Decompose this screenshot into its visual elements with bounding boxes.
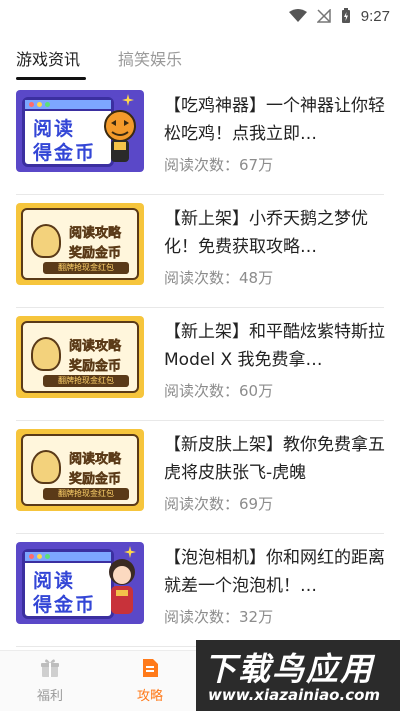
thumbnail-text-line2: 奖励金币: [69, 359, 122, 375]
cat-mascot-icon: [31, 450, 61, 484]
article-thumbnail: 阅读攻略 奖励金币 翻牌抢现金红包: [16, 316, 144, 398]
article-thumbnail: 阅读 得金币: [16, 90, 144, 172]
thumbnail-window-bar: [25, 100, 111, 111]
article-read-count: 阅读次数：69万: [164, 495, 274, 513]
article-thumbnail: 阅读攻略 奖励金币 翻牌抢现金红包: [16, 429, 144, 511]
star-icon: [122, 94, 134, 106]
pumpkin-mascot-icon: [104, 110, 136, 162]
article-read-count: 阅读次数：32万: [164, 608, 274, 626]
nav-item-welfare[interactable]: 福利: [20, 657, 80, 704]
nav-label: 攻略: [136, 689, 163, 704]
document-icon: [143, 659, 158, 677]
article-read-count: 阅读次数：60万: [164, 382, 274, 400]
tab-funny-entertainment[interactable]: 搞笑娱乐: [118, 46, 182, 70]
window-dot: [29, 102, 34, 107]
window-dot: [29, 554, 34, 559]
star-icon: [124, 546, 136, 558]
character-mascot-icon: [109, 559, 135, 614]
window-dot: [37, 102, 42, 107]
tab-bar: 游戏资讯 搞笑娱乐: [0, 36, 400, 82]
article-thumbnail: 阅读 得金币: [16, 542, 144, 624]
thumbnail-text-line1: 阅读攻略: [69, 339, 122, 355]
status-icons: 9:27: [288, 6, 390, 26]
watermark-text: 下载鸟应用: [204, 650, 375, 688]
gift-icon: [41, 659, 59, 677]
tab-active-indicator: [16, 77, 86, 80]
tab-game-news[interactable]: 游戏资讯: [16, 46, 80, 70]
thumbnail-banner: 翻牌抢现金红包: [43, 488, 129, 500]
thumbnail-text-line1: 阅读攻略: [69, 452, 122, 468]
window-dot: [45, 554, 50, 559]
thumbnail-banner: 翻牌抢现金红包: [43, 375, 129, 387]
thumbnail-card: 阅读攻略 奖励金币 翻牌抢现金红包: [21, 321, 139, 393]
window-dot: [45, 102, 50, 107]
status-time: 9:27: [360, 7, 390, 25]
article-item[interactable]: 阅读攻略 奖励金币 翻牌抢现金红包 【新上架】小乔天鹅之梦优化！免费获取攻略… …: [16, 195, 384, 308]
article-item[interactable]: 阅读 得金币 【吃鸡神器】一个神器让你轻松吃鸡！点我立即… 阅读次数：67万: [16, 82, 385, 195]
thumbnail-text-line1: 阅读: [33, 570, 76, 592]
thumbnail-card: 阅读攻略 奖励金币 翻牌抢现金红包: [21, 208, 139, 280]
article-read-count: 阅读次数：67万: [164, 156, 274, 174]
thumbnail-text-line2: 奖励金币: [69, 246, 122, 262]
thumbnail-window-bar: [25, 552, 111, 563]
cat-mascot-icon: [31, 224, 61, 258]
no-signal-icon: [316, 9, 331, 23]
article-title: 【新上架】小乔天鹅之梦优化！免费获取攻略…: [164, 209, 368, 257]
thumbnail-text-line2: 奖励金币: [69, 472, 122, 488]
article-read-count: 阅读次数：48万: [164, 269, 274, 287]
watermark-url: www.xiazainiao.com: [208, 686, 381, 704]
article-title: 【泡泡相机】你和网红的距离就差一个泡泡机！…: [164, 548, 385, 596]
thumbnail-text-line2: 得金币: [33, 594, 97, 616]
status-bar: 9:27: [0, 0, 400, 32]
thumbnail-text-line2: 得金币: [33, 142, 97, 164]
article-title: 【新上架】和平酷炫紫特斯拉Model X 我免费拿…: [164, 322, 385, 370]
article-title: 【新皮肤上架】教你免费拿五虎将皮肤张飞-虎魄: [164, 435, 385, 483]
watermark: 下载鸟应用 www.xiazainiao.com: [196, 640, 400, 711]
nav-item-guide[interactable]: 攻略: [120, 657, 180, 704]
thumbnail-window: 阅读 得金币: [22, 549, 114, 619]
nav-label: 福利: [36, 689, 63, 704]
thumbnail-banner: 翻牌抢现金红包: [43, 262, 129, 274]
article-title: 【吃鸡神器】一个神器让你轻松吃鸡！点我立即…: [164, 96, 385, 144]
article-thumbnail: 阅读攻略 奖励金币 翻牌抢现金红包: [16, 203, 144, 285]
battery-charging-icon: [341, 8, 350, 23]
wifi-icon: [288, 9, 307, 22]
article-item[interactable]: 阅读攻略 奖励金币 翻牌抢现金红包 【新上架】和平酷炫紫特斯拉Model X 我…: [16, 308, 385, 421]
article-item[interactable]: 阅读 得金币 【泡泡相机】你和网红的距离就差一个泡泡机！… 阅读次数：32万: [16, 534, 385, 647]
window-dot: [37, 554, 42, 559]
thumbnail-text-line1: 阅读攻略: [69, 226, 122, 242]
thumbnail-card: 阅读攻略 奖励金币 翻牌抢现金红包: [21, 434, 139, 506]
cat-mascot-icon: [31, 337, 61, 371]
thumbnail-text-line1: 阅读: [33, 118, 76, 140]
article-item[interactable]: 阅读攻略 奖励金币 翻牌抢现金红包 【新皮肤上架】教你免费拿五虎将皮肤张飞-虎魄…: [16, 421, 385, 534]
